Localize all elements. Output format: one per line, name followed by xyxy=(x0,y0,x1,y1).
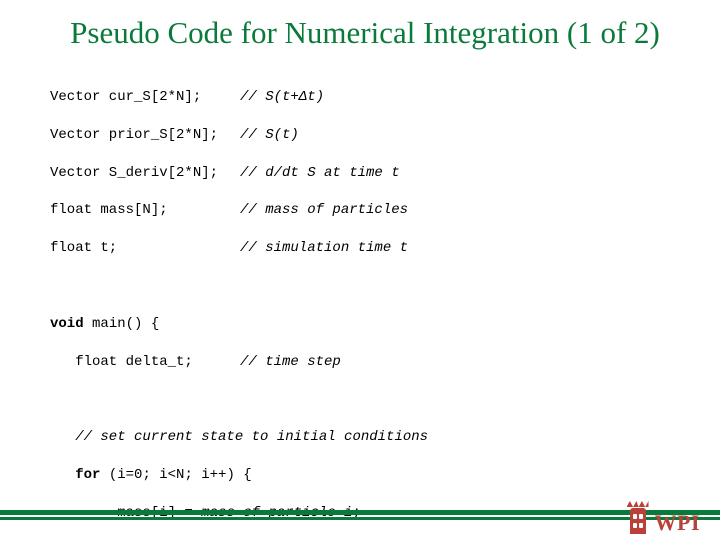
local-comment: // time step xyxy=(240,354,341,370)
decl-code: float t; xyxy=(50,239,240,258)
slide-title: Pseudo Code for Numerical Integration (1… xyxy=(50,14,680,51)
decl-comment: // S(t) xyxy=(240,127,299,143)
wpi-text: WPI xyxy=(655,512,701,534)
for1-rest: (i=0; i<N; i++) { xyxy=(100,467,251,483)
decl-comment: // simulation time t xyxy=(240,240,408,256)
footer-stripes xyxy=(0,510,720,524)
decl-code: Vector cur_S[2*N]; xyxy=(50,88,240,107)
block1-comment: // set current state to initial conditio… xyxy=(50,429,428,445)
wpi-logo: WPI xyxy=(627,498,701,534)
decl-code: Vector S_deriv[2*N]; xyxy=(50,164,240,183)
decl-comment: // d/dt S at time t xyxy=(240,165,400,181)
decl-comment: // S(t+Δt) xyxy=(240,89,324,105)
slide: Pseudo Code for Numerical Integration (1… xyxy=(0,0,720,540)
kw-void: void xyxy=(50,316,84,332)
decl-comment: // mass of particles xyxy=(240,202,408,218)
tower-icon xyxy=(627,498,649,534)
decl-code: float mass[N]; xyxy=(50,201,240,220)
main-sig: main() { xyxy=(84,316,160,332)
kw-for: for xyxy=(75,467,100,483)
decl-code: Vector prior_S[2*N]; xyxy=(50,126,240,145)
code-block: Vector cur_S[2*N];// S(t+Δt) Vector prio… xyxy=(50,69,680,540)
local-decl: float delta_t; xyxy=(50,353,240,372)
